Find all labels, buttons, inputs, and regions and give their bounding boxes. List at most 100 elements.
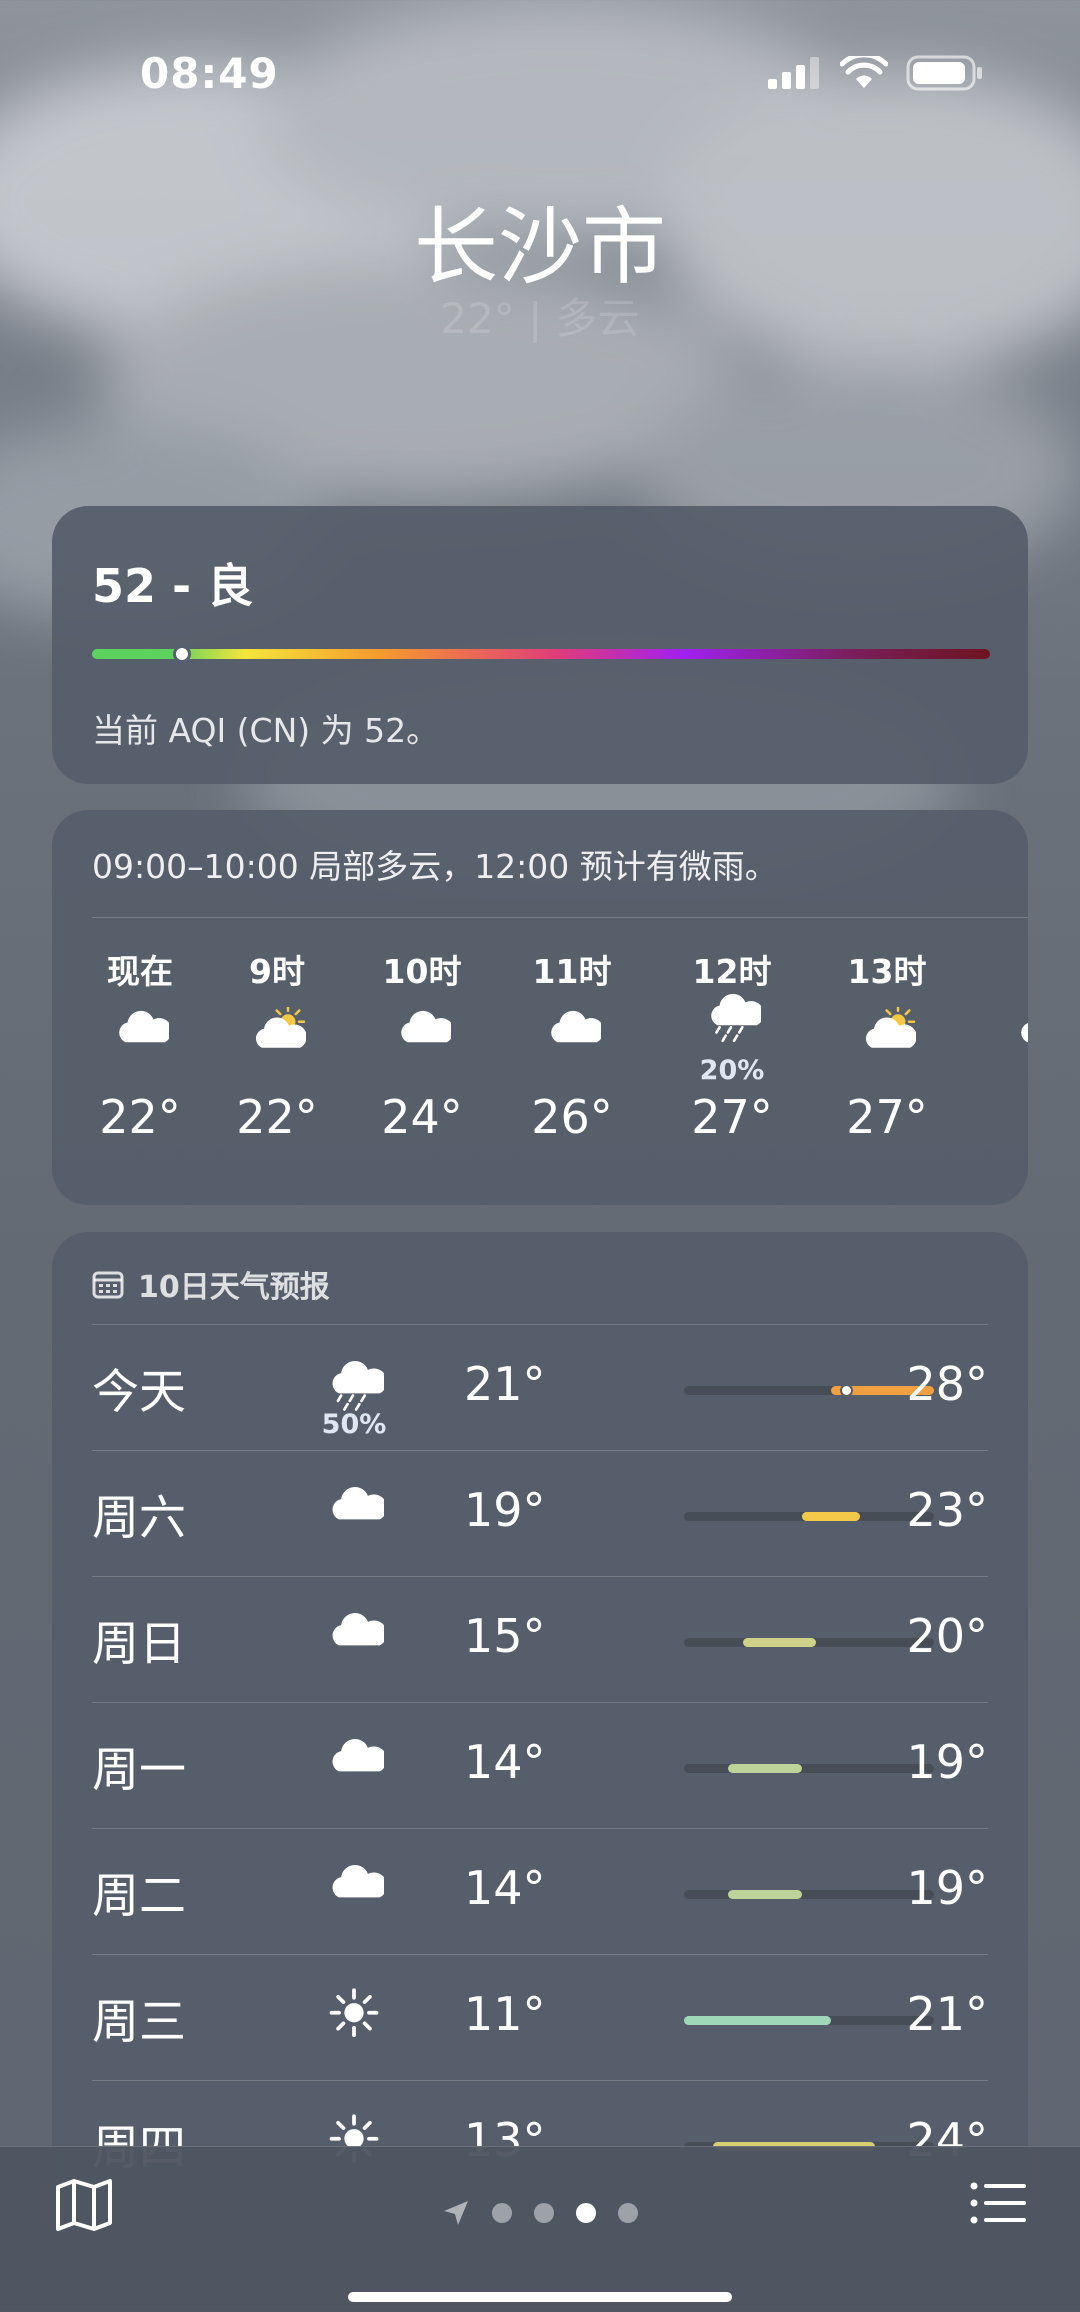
aqi-value: 52 - 良 (92, 559, 254, 613)
forecast-row[interactable]: 周三 11° 21° (92, 1954, 988, 2081)
forecast-row[interactable]: 周日 15° 20° (92, 1576, 988, 1703)
hour-temp: 22° (236, 1090, 318, 1144)
forecast-day: 周六 (92, 1491, 186, 1546)
page-dot[interactable] (492, 2203, 512, 2223)
temp-range-track (684, 1384, 934, 1397)
aqi-scale-bar (92, 645, 990, 663)
forecast-high: 20° (906, 1609, 988, 1663)
forecast-low: 15° (464, 1609, 546, 1663)
ten-day-forecast-card[interactable]: 10日天气预报 今天 50% 21° 28° 周六 19° 23° 周日 15° 2… (52, 1232, 1028, 2232)
forecast-header: 10日天气预报 (92, 1262, 330, 1306)
hour-label: 13时 (847, 952, 927, 991)
hour-icon (80, 985, 200, 1090)
forecast-day: 今天 (92, 1365, 186, 1420)
page-dot[interactable] (576, 2203, 596, 2223)
home-indicator (348, 2292, 732, 2302)
cloud-icon (332, 1613, 384, 1646)
cloud-icon (119, 1010, 169, 1043)
forecast-low: 11° (464, 1987, 546, 2041)
forecast-title: 10日天气预报 (138, 1270, 330, 1305)
temp-range-fill (684, 2016, 832, 2025)
battery-icon (906, 55, 982, 91)
forecast-low: 21° (464, 1357, 546, 1411)
cloud-icon (1021, 1023, 1028, 1043)
aqi-card[interactable]: 52 - 良 当前 AQI (CN) 为 52。 (52, 506, 1028, 784)
forecast-high: 19° (906, 1861, 988, 1915)
page-dot[interactable] (534, 2203, 554, 2223)
forecast-icon (314, 1723, 394, 1813)
cloud-icon (332, 1865, 384, 1898)
hour-icon (512, 985, 632, 1090)
temp-range-track (684, 1638, 934, 1647)
forecast-high: 23° (906, 1483, 988, 1537)
hour-icon (362, 985, 482, 1090)
partly-sunny-icon (865, 1007, 916, 1048)
hour-label: 现在 (107, 952, 173, 991)
forecast-row[interactable]: 周六 19° 23° (92, 1450, 988, 1577)
hour-item: 现在 22° (80, 945, 200, 1144)
hour-temp: 24° (381, 1090, 463, 1144)
hour-temp: 27° (846, 1090, 928, 1144)
temp-range-track (684, 1764, 934, 1773)
forecast-icon (314, 1849, 394, 1939)
hour-label: 11时 (532, 952, 612, 991)
hour-precip: 20% (699, 1055, 765, 1086)
forecast-high: 19° (906, 1735, 988, 1789)
forecast-row[interactable]: 周一 14° 19° (92, 1702, 988, 1829)
status-bar: 08:49 (0, 45, 1080, 105)
hour-item: 1 2 (982, 945, 1028, 1144)
page-dot[interactable] (618, 2203, 638, 2223)
rain-icon (332, 1361, 384, 1411)
wifi-icon (840, 56, 888, 88)
forecast-icon (314, 1471, 394, 1561)
forecast-low: 14° (464, 1861, 546, 1915)
aqi-description: 当前 AQI (CN) 为 52。 (92, 711, 440, 750)
temp-range-fill (801, 1512, 861, 1521)
forecast-row[interactable]: 周二 14° 19° (92, 1828, 988, 1955)
calendar-icon (92, 1271, 124, 1299)
hour-icon (827, 985, 947, 1090)
forecast-row[interactable]: 今天 50% 21° 28° (92, 1324, 988, 1451)
location-arrow-icon[interactable] (442, 2199, 470, 2227)
temp-range-track (684, 1512, 934, 1521)
hour-temp: 26° (531, 1090, 613, 1144)
cloud-icon (551, 1010, 601, 1043)
signal-icon (768, 57, 819, 89)
hour-icon (217, 985, 337, 1090)
hour-label: 9时 (249, 952, 305, 991)
forecast-icon (314, 1597, 394, 1687)
hourly-forecast-card[interactable]: 09:00–10:00 局部多云，12:00 预计有微雨。 现在 22° 9时 2… (52, 810, 1028, 1205)
forecast-low: 19° (464, 1483, 546, 1537)
forecast-day: 周二 (92, 1869, 186, 1924)
page-indicator[interactable] (0, 2199, 1080, 2227)
hour-label: 1 (982, 945, 1028, 985)
city-name: 长沙市 (413, 198, 666, 296)
hour-item: 9时 22° (217, 945, 337, 1144)
hour-temp: 2 (982, 1090, 1028, 1144)
rain-icon (711, 993, 761, 1043)
forecast-icon (314, 1975, 394, 2065)
bottom-toolbar (0, 2146, 1080, 2312)
forecast-day: 周三 (92, 1995, 186, 2050)
cloud-icon (401, 1010, 451, 1043)
hour-label: 10时 (382, 952, 462, 991)
forecast-day: 周日 (92, 1617, 186, 1672)
list-icon[interactable] (970, 2181, 1026, 2225)
hour-label: 12时 (692, 952, 772, 991)
cloud-icon (332, 1487, 384, 1520)
forecast-precip: 50% (321, 1409, 387, 1440)
temp-range-fill (728, 1890, 802, 1899)
hour-temp: 22° (99, 1090, 181, 1144)
divider (92, 917, 1028, 918)
current-temp-indicator (839, 1384, 853, 1397)
status-time: 08:49 (140, 49, 279, 98)
forecast-low: 14° (464, 1735, 546, 1789)
forecast-high: 28° (906, 1357, 988, 1411)
hour-temp: 27° (691, 1090, 773, 1144)
temp-range-fill (742, 1638, 817, 1647)
temp-range-track (684, 1890, 934, 1899)
partly-sunny-icon (255, 1007, 306, 1048)
hour-item: 11时 26° (512, 945, 632, 1144)
hour-item: 10时 24° (362, 945, 482, 1144)
forecast-high: 21° (906, 1987, 988, 2041)
